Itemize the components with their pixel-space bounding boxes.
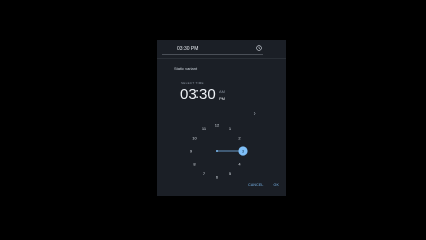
time-field[interactable]: 03:30 PM bbox=[162, 43, 263, 55]
ok-button[interactable]: OK bbox=[274, 183, 279, 187]
dial-number-7[interactable]: 7 bbox=[203, 171, 206, 176]
dial-number-5[interactable]: 5 bbox=[229, 171, 232, 176]
app-bar: 03:30 PM bbox=[157, 40, 286, 59]
dial-number-8[interactable]: 8 bbox=[193, 161, 196, 166]
variant-label: Static variant bbox=[174, 66, 198, 71]
dial-center bbox=[216, 150, 218, 152]
dial-number-9[interactable]: 9 bbox=[190, 148, 193, 153]
dial-number-4[interactable]: 4 bbox=[238, 161, 241, 166]
time-picker: Static variant SELECT TIME 03 : 30 AM PM… bbox=[168, 61, 284, 191]
clock-dial[interactable]: 12124567891011 3 bbox=[168, 109, 284, 193]
dialog-actions: CANCEL OK bbox=[248, 183, 279, 187]
dial-number-2[interactable]: 2 bbox=[238, 135, 241, 140]
time-picker-screen: 03:30 PM Static variant SELECT TIME 03 :… bbox=[157, 40, 286, 196]
dial-number-6[interactable]: 6 bbox=[216, 174, 219, 179]
time-field-value: 03:30 PM bbox=[177, 46, 199, 52]
chevron-right-icon[interactable] bbox=[253, 111, 256, 116]
pm-toggle[interactable]: PM bbox=[219, 96, 225, 101]
am-toggle[interactable]: AM bbox=[219, 89, 225, 94]
dial-number-12[interactable]: 12 bbox=[215, 122, 220, 127]
clock-icon[interactable] bbox=[256, 45, 262, 51]
cancel-button[interactable]: CANCEL bbox=[248, 183, 263, 187]
dial-number-1[interactable]: 1 bbox=[229, 126, 232, 131]
select-time-label: SELECT TIME bbox=[181, 81, 204, 85]
dial-number-11[interactable]: 11 bbox=[202, 126, 207, 131]
dial-number-10[interactable]: 10 bbox=[192, 135, 197, 140]
minute-display[interactable]: 30 bbox=[199, 86, 216, 103]
